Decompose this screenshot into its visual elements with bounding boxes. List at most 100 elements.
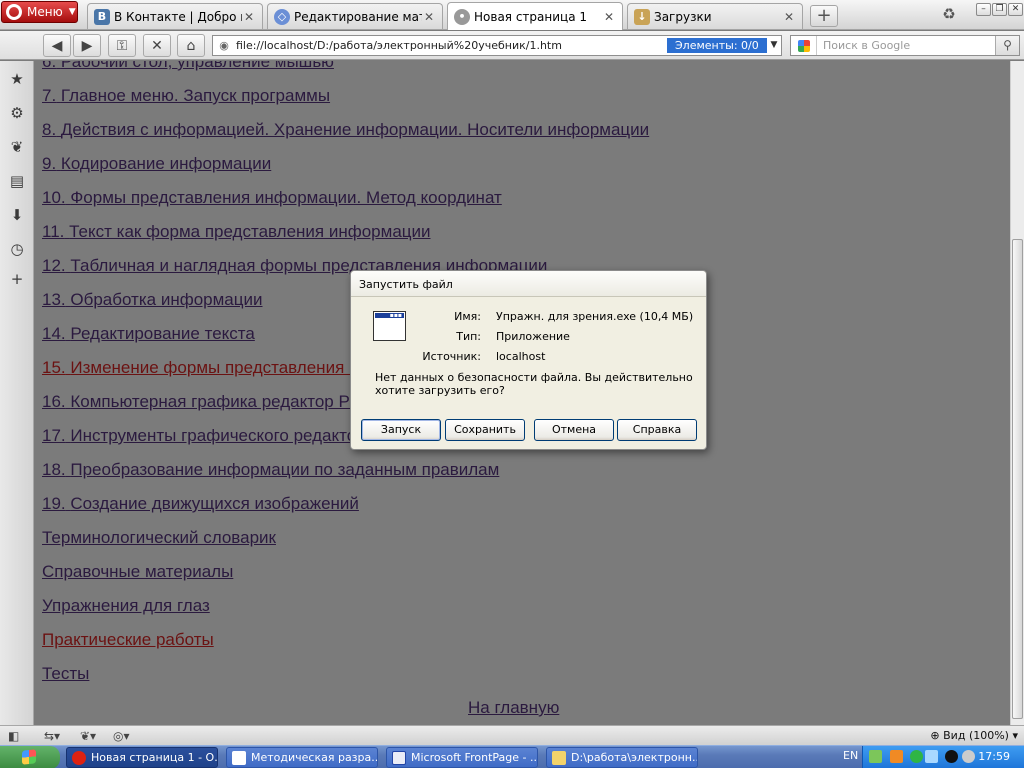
toc-link[interactable]: 14. Редактирование текста <box>42 324 255 344</box>
taskbar-item-word[interactable]: Методическая разра... <box>226 747 378 768</box>
toc-link[interactable]: 13. Обработка информации <box>42 290 263 310</box>
new-tab-button[interactable]: + <box>810 5 838 27</box>
chevron-down-icon: ▾ <box>1012 729 1018 742</box>
close-window-button[interactable]: ✕ <box>1008 3 1023 16</box>
toc-link[interactable]: 8. Действия с информацией. Хранение инфо… <box>42 120 649 140</box>
toc-link[interactable]: 10. Формы представления информации. Мето… <box>42 188 502 208</box>
vertical-scrollbar[interactable] <box>1010 61 1024 725</box>
history-icon[interactable]: ◷ <box>7 239 27 259</box>
cancel-button[interactable]: Отмена <box>534 419 614 441</box>
glossary-link[interactable]: Терминологический словарик <box>42 528 276 548</box>
tab-label: Редактирование матер... <box>294 9 422 24</box>
frontpage-icon <box>392 750 406 765</box>
eye-exercises-link[interactable]: Упражнения для глаз <box>42 596 210 616</box>
bookmarks-icon[interactable]: ★ <box>7 69 27 89</box>
tab-bar: Меню ▼ B В Контакте | Добро по... ✕ ◇ Ре… <box>0 0 1024 30</box>
search-icon[interactable]: ⚲ <box>995 36 1019 55</box>
key-icon: ⚿ <box>116 37 128 54</box>
unite-status-icon[interactable]: ❦▾ <box>80 728 96 744</box>
trash-icon[interactable]: ♻ <box>940 5 958 25</box>
notes-icon[interactable]: ▤ <box>7 171 27 191</box>
tab-label: Новая страница 1 <box>474 9 587 24</box>
restore-button[interactable]: ❐ <box>992 3 1007 16</box>
close-icon[interactable]: ✕ <box>242 10 256 24</box>
home-button[interactable]: ⌂ <box>177 34 205 57</box>
reference-link[interactable]: Справочные материалы <box>42 562 233 582</box>
search-input[interactable]: Поиск в Google ⚲ <box>790 35 1020 56</box>
messenger-icon[interactable] <box>910 750 923 763</box>
home-link[interactable]: На главную <box>468 698 559 718</box>
minimize-button[interactable]: – <box>976 3 991 16</box>
toc-link[interactable]: 16. Компьютерная графика редактор Paint <box>42 392 377 412</box>
source-label: Источник: <box>422 350 481 363</box>
turbo-icon[interactable]: ◎▾ <box>113 728 130 744</box>
close-icon[interactable]: ✕ <box>602 10 616 24</box>
language-indicator[interactable]: EN <box>843 749 858 762</box>
tests-link[interactable]: Тесты <box>42 664 89 684</box>
toc-link[interactable]: 19. Создание движущихся изображений <box>42 494 359 514</box>
toc-link[interactable]: 9. Кодирование информации <box>42 154 271 174</box>
clock[interactable]: 17:59 <box>978 750 1010 763</box>
arrow-right-icon: ▶ <box>81 37 93 54</box>
toc-text: Текст как форма представления информации <box>69 222 431 241</box>
wand-button[interactable]: ⚿ <box>108 34 136 57</box>
app-tray-icon[interactable] <box>890 750 903 763</box>
media-icon[interactable] <box>945 750 958 763</box>
windows-logo-icon <box>22 749 36 765</box>
close-icon[interactable]: ✕ <box>422 10 436 24</box>
zoom-control[interactable]: ⊕ Вид (100%) ▾ <box>930 728 1018 744</box>
save-button[interactable]: Сохранить <box>445 419 525 441</box>
opera-logo-icon <box>6 4 22 20</box>
address-field[interactable]: ◉ file://localhost/D:/работа/электронный… <box>212 35 782 56</box>
toc-link[interactable]: 17. Инструменты графического редактора <box>42 426 375 446</box>
tab-new-page[interactable]: • Новая страница 1 ✕ <box>447 2 623 30</box>
transfers-icon[interactable]: ⬇ <box>7 205 27 225</box>
forward-button[interactable]: ▶ <box>73 34 101 57</box>
dialog-title[interactable]: Запустить файл <box>351 271 706 297</box>
tab-downloads[interactable]: ↓ Загрузки ✕ <box>627 3 803 29</box>
elements-badge[interactable]: Элементы: 0/0 <box>667 38 767 53</box>
toc-link[interactable]: 7. Главное меню. Запуск программы <box>42 86 330 106</box>
arrow-left-icon: ◀ <box>51 37 63 54</box>
toc-number: 19. <box>42 494 66 513</box>
security-warning: Нет данных о безопасности файла. Вы дейс… <box>375 371 693 397</box>
google-icon[interactable] <box>791 36 817 55</box>
name-value: Упражн. для зрения.exe (10,4 МБ) <box>496 310 694 323</box>
volume-icon[interactable] <box>962 750 975 763</box>
stop-button[interactable]: ✕ <box>143 34 171 57</box>
taskbar-item-explorer[interactable]: D:\работа\электронн... <box>546 747 698 768</box>
taskbar-item-label: D:\работа\электронн... <box>571 751 698 764</box>
start-button[interactable] <box>0 746 60 768</box>
search-placeholder: Поиск в Google <box>823 39 911 52</box>
toc-link[interactable]: 18. Преобразование информации по заданны… <box>42 460 499 480</box>
url-text: file://localhost/D:/работа/электронный%2… <box>236 39 562 52</box>
opera-menu-button[interactable]: Меню ▼ <box>1 1 78 23</box>
add-panel-icon[interactable]: + <box>7 269 27 289</box>
opera-icon <box>72 750 86 765</box>
tab-editing[interactable]: ◇ Редактирование матер... ✕ <box>267 3 443 29</box>
taskbar-item-frontpage[interactable]: Microsoft FrontPage - ... <box>386 747 538 768</box>
bluetooth-icon[interactable] <box>925 750 938 763</box>
tab-vkontakte[interactable]: B В Контакте | Добро по... ✕ <box>87 3 263 29</box>
scrollbar-thumb[interactable] <box>1012 239 1023 719</box>
toc-number: 14. <box>42 324 66 343</box>
widgets-icon[interactable]: ⚙ <box>7 103 27 123</box>
toc-link[interactable]: 11. Текст как форма представления информ… <box>42 222 431 242</box>
taskbar-item-opera[interactable]: Новая страница 1 - О... <box>66 747 218 768</box>
sync-icon[interactable]: ⇆▾ <box>44 728 60 744</box>
panel-toggle-icon[interactable]: ◧ <box>8 728 19 744</box>
unite-icon[interactable]: ❦ <box>7 137 27 157</box>
back-button[interactable]: ◀ <box>43 34 71 57</box>
close-icon[interactable]: ✕ <box>782 10 796 24</box>
toc-number: 17. <box>42 426 66 445</box>
chevron-down-icon[interactable]: ▼ <box>768 38 780 53</box>
network-icon[interactable] <box>869 750 882 763</box>
toc-text: Создание движущихся изображений <box>70 494 359 513</box>
taskbar: Новая страница 1 - О... Методическая раз… <box>0 745 1024 768</box>
help-button[interactable]: Справка <box>617 419 697 441</box>
stop-icon: ✕ <box>151 37 163 54</box>
practical-works-link[interactable]: Практические работы <box>42 630 214 650</box>
toc-link[interactable]: 6. Рабочий стол, управление мышью <box>42 61 334 72</box>
toc-number: 16. <box>42 392 66 411</box>
run-button[interactable]: Запуск <box>361 419 441 441</box>
